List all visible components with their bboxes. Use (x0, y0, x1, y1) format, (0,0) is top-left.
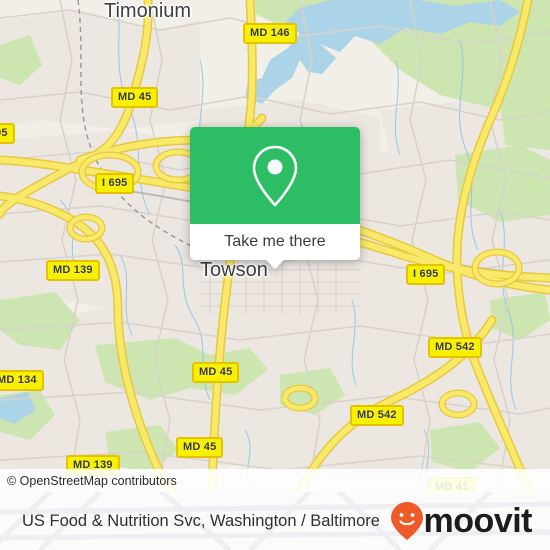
map-pin-icon (252, 145, 298, 207)
moovit-brand: moovit (390, 501, 533, 541)
road-shield: MD 45 (192, 362, 240, 383)
moovit-smiley-pin-icon (390, 502, 423, 540)
road-shield: MD 45 (176, 437, 224, 458)
popup-header (190, 127, 360, 224)
popup-pointer-tail (266, 260, 284, 269)
map-screenshot: Timonium Towson MD 146 MD 45 95 I 695 MD 139 I… (0, 0, 550, 550)
road-shield: I 695 (95, 173, 135, 194)
road-shield: I 695 (406, 264, 446, 285)
attribution-text: © OpenStreetMap contributors (7, 473, 177, 488)
road-shield: MD 45 (111, 87, 159, 108)
road-shield: MD 542 (428, 337, 482, 358)
map-popup-card[interactable]: Take me there (190, 127, 360, 269)
road-shield: MD 134 (0, 370, 44, 391)
road-shield: MD 542 (350, 405, 404, 426)
take-me-there-label: Take me there (224, 233, 326, 250)
moovit-wordmark: moovit (423, 502, 533, 540)
road-shield: MD 146 (243, 23, 297, 44)
map-attribution: © OpenStreetMap contributors (0, 469, 550, 492)
bottom-info-bar: US Food & Nutrition Svc, Washington / Ba… (0, 492, 550, 550)
place-name-label: US Food & Nutrition Svc, Washington / Ba… (22, 511, 380, 530)
road-shield: 95 (0, 123, 15, 144)
road-shield: MD 139 (46, 260, 100, 281)
place-label: Timonium (104, 0, 192, 22)
place-label: Towson (200, 259, 268, 281)
take-me-there-button[interactable]: Take me there (190, 224, 360, 269)
